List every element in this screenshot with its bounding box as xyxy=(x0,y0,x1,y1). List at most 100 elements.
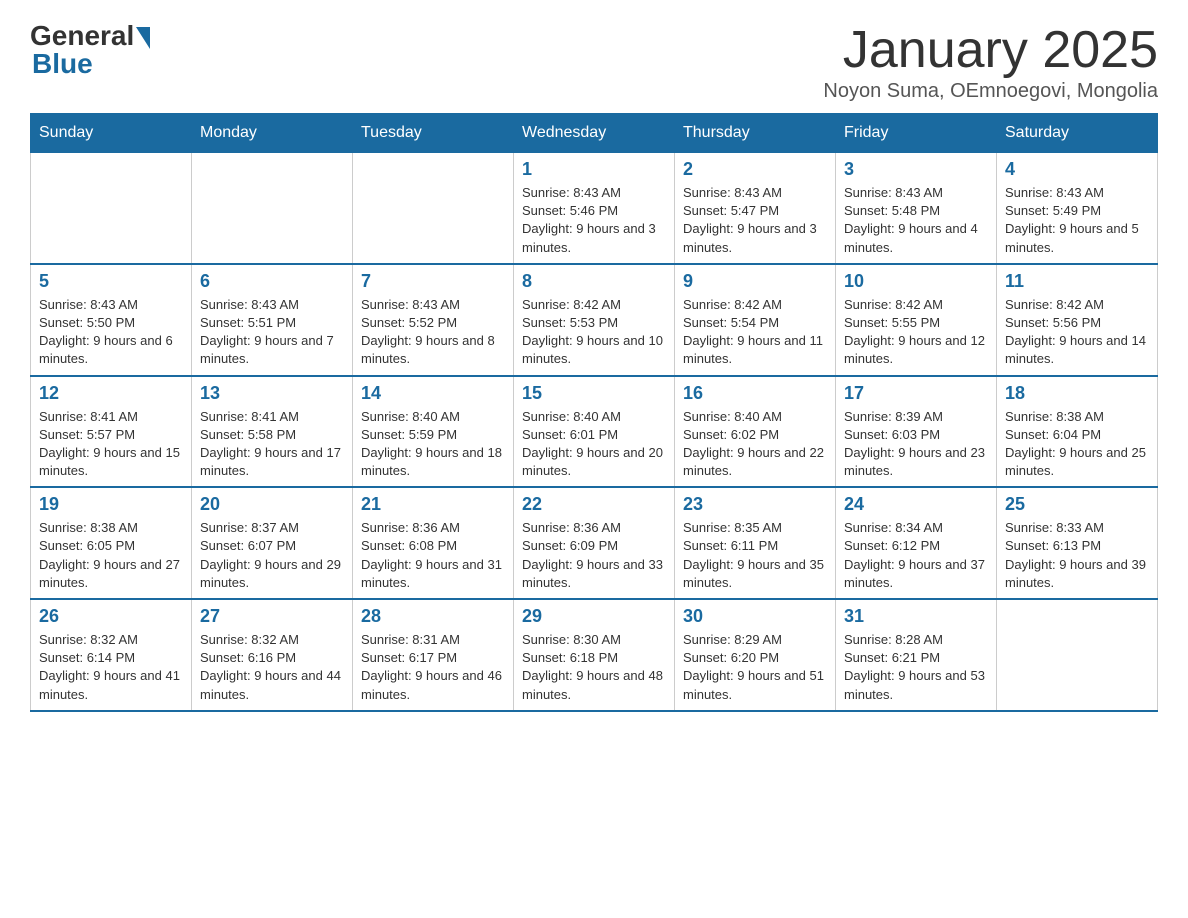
day-info: Sunrise: 8:36 AM Sunset: 6:09 PM Dayligh… xyxy=(522,519,666,592)
day-info: Sunrise: 8:43 AM Sunset: 5:49 PM Dayligh… xyxy=(1005,184,1149,257)
calendar-cell: 2 Sunrise: 8:43 AM Sunset: 5:47 PM Daylig… xyxy=(675,153,836,264)
day-info: Sunrise: 8:40 AM Sunset: 5:59 PM Dayligh… xyxy=(361,408,505,481)
calendar-cell: 13 Sunrise: 8:41 AM Sunset: 5:58 PM Dayli… xyxy=(192,376,353,488)
calendar-week-4: 19Sunrise: 8:38 AM Sunset: 6:05 PM Dayli… xyxy=(31,487,1158,599)
day-number: 18 xyxy=(1005,383,1149,404)
day-info: Sunrise: 8:29 AM Sunset: 6:20 PM Dayligh… xyxy=(683,631,827,704)
calendar-cell: 5 Sunrise: 8:43 AM Sunset: 5:50 PM Daylig… xyxy=(31,264,192,376)
calendar-cell: 21Sunrise: 8:36 AM Sunset: 6:08 PM Dayli… xyxy=(353,487,514,599)
day-number: 1 xyxy=(522,159,666,180)
day-info: Sunrise: 8:31 AM Sunset: 6:17 PM Dayligh… xyxy=(361,631,505,704)
day-info: Sunrise: 8:42 AM Sunset: 5:54 PM Dayligh… xyxy=(683,296,827,369)
day-info: Sunrise: 8:40 AM Sunset: 6:01 PM Dayligh… xyxy=(522,408,666,481)
calendar-cell: 7 Sunrise: 8:43 AM Sunset: 5:52 PM Daylig… xyxy=(353,264,514,376)
calendar-cell: 14 Sunrise: 8:40 AM Sunset: 5:59 PM Dayli… xyxy=(353,376,514,488)
calendar-cell xyxy=(31,153,192,264)
calendar-cell xyxy=(192,153,353,264)
day-info: Sunrise: 8:39 AM Sunset: 6:03 PM Dayligh… xyxy=(844,408,988,481)
calendar-week-3: 12 Sunrise: 8:41 AM Sunset: 5:57 PM Dayli… xyxy=(31,376,1158,488)
day-number: 31 xyxy=(844,606,988,627)
day-number: 8 xyxy=(522,271,666,292)
day-number: 24 xyxy=(844,494,988,515)
day-number: 13 xyxy=(200,383,344,404)
day-number: 28 xyxy=(361,606,505,627)
calendar-cell: 9 Sunrise: 8:42 AM Sunset: 5:54 PM Daylig… xyxy=(675,264,836,376)
calendar-cell xyxy=(997,599,1158,711)
day-number: 10 xyxy=(844,271,988,292)
day-info: Sunrise: 8:36 AM Sunset: 6:08 PM Dayligh… xyxy=(361,519,505,592)
day-info: Sunrise: 8:37 AM Sunset: 6:07 PM Dayligh… xyxy=(200,519,344,592)
calendar-cell: 24 Sunrise: 8:34 AM Sunset: 6:12 PM Dayli… xyxy=(836,487,997,599)
calendar-cell: 26 Sunrise: 8:32 AM Sunset: 6:14 PM Dayli… xyxy=(31,599,192,711)
calendar-table: SundayMondayTuesdayWednesdayThursdayFrid… xyxy=(30,113,1158,712)
day-number: 6 xyxy=(200,271,344,292)
logo: General Blue xyxy=(30,20,150,80)
day-info: Sunrise: 8:32 AM Sunset: 6:14 PM Dayligh… xyxy=(39,631,183,704)
day-info: Sunrise: 8:34 AM Sunset: 6:12 PM Dayligh… xyxy=(844,519,988,592)
title-section: January 2025 Noyon Suma, OEmnoegovi, Mon… xyxy=(823,20,1158,103)
day-info: Sunrise: 8:32 AM Sunset: 6:16 PM Dayligh… xyxy=(200,631,344,704)
day-number: 7 xyxy=(361,271,505,292)
calendar-cell: 18 Sunrise: 8:38 AM Sunset: 6:04 PM Dayli… xyxy=(997,376,1158,488)
day-number: 2 xyxy=(683,159,827,180)
calendar-cell: 3 Sunrise: 8:43 AM Sunset: 5:48 PM Daylig… xyxy=(836,153,997,264)
day-number: 23 xyxy=(683,494,827,515)
calendar-header-tuesday: Tuesday xyxy=(353,114,514,153)
day-number: 25 xyxy=(1005,494,1149,515)
calendar-cell: 20 Sunrise: 8:37 AM Sunset: 6:07 PM Dayli… xyxy=(192,487,353,599)
logo-blue-text: Blue xyxy=(30,48,93,80)
month-title: January 2025 xyxy=(823,20,1158,80)
day-number: 26 xyxy=(39,606,183,627)
calendar-header-thursday: Thursday xyxy=(675,114,836,153)
day-number: 30 xyxy=(683,606,827,627)
day-info: Sunrise: 8:42 AM Sunset: 5:53 PM Dayligh… xyxy=(522,296,666,369)
calendar-cell: 22Sunrise: 8:36 AM Sunset: 6:09 PM Dayli… xyxy=(514,487,675,599)
day-number: 3 xyxy=(844,159,988,180)
day-number: 20 xyxy=(200,494,344,515)
day-info: Sunrise: 8:30 AM Sunset: 6:18 PM Dayligh… xyxy=(522,631,666,704)
calendar-cell: 25 Sunrise: 8:33 AM Sunset: 6:13 PM Dayli… xyxy=(997,487,1158,599)
day-info: Sunrise: 8:38 AM Sunset: 6:04 PM Dayligh… xyxy=(1005,408,1149,481)
day-info: Sunrise: 8:33 AM Sunset: 6:13 PM Dayligh… xyxy=(1005,519,1149,592)
day-number: 11 xyxy=(1005,271,1149,292)
day-info: Sunrise: 8:43 AM Sunset: 5:47 PM Dayligh… xyxy=(683,184,827,257)
calendar-week-1: 1Sunrise: 8:43 AM Sunset: 5:46 PM Daylig… xyxy=(31,153,1158,264)
day-info: Sunrise: 8:43 AM Sunset: 5:48 PM Dayligh… xyxy=(844,184,988,257)
day-info: Sunrise: 8:42 AM Sunset: 5:55 PM Dayligh… xyxy=(844,296,988,369)
day-number: 5 xyxy=(39,271,183,292)
calendar-week-2: 5 Sunrise: 8:43 AM Sunset: 5:50 PM Daylig… xyxy=(31,264,1158,376)
calendar-cell: 10 Sunrise: 8:42 AM Sunset: 5:55 PM Dayli… xyxy=(836,264,997,376)
calendar-cell: 27 Sunrise: 8:32 AM Sunset: 6:16 PM Dayli… xyxy=(192,599,353,711)
calendar-header-wednesday: Wednesday xyxy=(514,114,675,153)
calendar-cell: 23Sunrise: 8:35 AM Sunset: 6:11 PM Dayli… xyxy=(675,487,836,599)
day-number: 29 xyxy=(522,606,666,627)
calendar-header-sunday: Sunday xyxy=(31,114,192,153)
calendar-cell: 19Sunrise: 8:38 AM Sunset: 6:05 PM Dayli… xyxy=(31,487,192,599)
day-number: 16 xyxy=(683,383,827,404)
day-info: Sunrise: 8:41 AM Sunset: 5:57 PM Dayligh… xyxy=(39,408,183,481)
day-info: Sunrise: 8:28 AM Sunset: 6:21 PM Dayligh… xyxy=(844,631,988,704)
day-info: Sunrise: 8:42 AM Sunset: 5:56 PM Dayligh… xyxy=(1005,296,1149,369)
day-info: Sunrise: 8:43 AM Sunset: 5:50 PM Dayligh… xyxy=(39,296,183,369)
day-info: Sunrise: 8:43 AM Sunset: 5:51 PM Dayligh… xyxy=(200,296,344,369)
day-number: 9 xyxy=(683,271,827,292)
day-number: 17 xyxy=(844,383,988,404)
day-number: 27 xyxy=(200,606,344,627)
day-number: 14 xyxy=(361,383,505,404)
calendar-cell: 4Sunrise: 8:43 AM Sunset: 5:49 PM Daylig… xyxy=(997,153,1158,264)
location-subtitle: Noyon Suma, OEmnoegovi, Mongolia xyxy=(823,80,1158,103)
day-info: Sunrise: 8:41 AM Sunset: 5:58 PM Dayligh… xyxy=(200,408,344,481)
calendar-header-saturday: Saturday xyxy=(997,114,1158,153)
calendar-cell: 16 Sunrise: 8:40 AM Sunset: 6:02 PM Dayli… xyxy=(675,376,836,488)
logo-arrow-icon xyxy=(136,27,150,49)
day-info: Sunrise: 8:43 AM Sunset: 5:52 PM Dayligh… xyxy=(361,296,505,369)
calendar-cell: 30 Sunrise: 8:29 AM Sunset: 6:20 PM Dayli… xyxy=(675,599,836,711)
calendar-cell: 1Sunrise: 8:43 AM Sunset: 5:46 PM Daylig… xyxy=(514,153,675,264)
day-number: 15 xyxy=(522,383,666,404)
calendar-header-friday: Friday xyxy=(836,114,997,153)
calendar-header-monday: Monday xyxy=(192,114,353,153)
day-number: 12 xyxy=(39,383,183,404)
day-info: Sunrise: 8:40 AM Sunset: 6:02 PM Dayligh… xyxy=(683,408,827,481)
calendar-cell: 6 Sunrise: 8:43 AM Sunset: 5:51 PM Daylig… xyxy=(192,264,353,376)
calendar-cell: 17 Sunrise: 8:39 AM Sunset: 6:03 PM Dayli… xyxy=(836,376,997,488)
